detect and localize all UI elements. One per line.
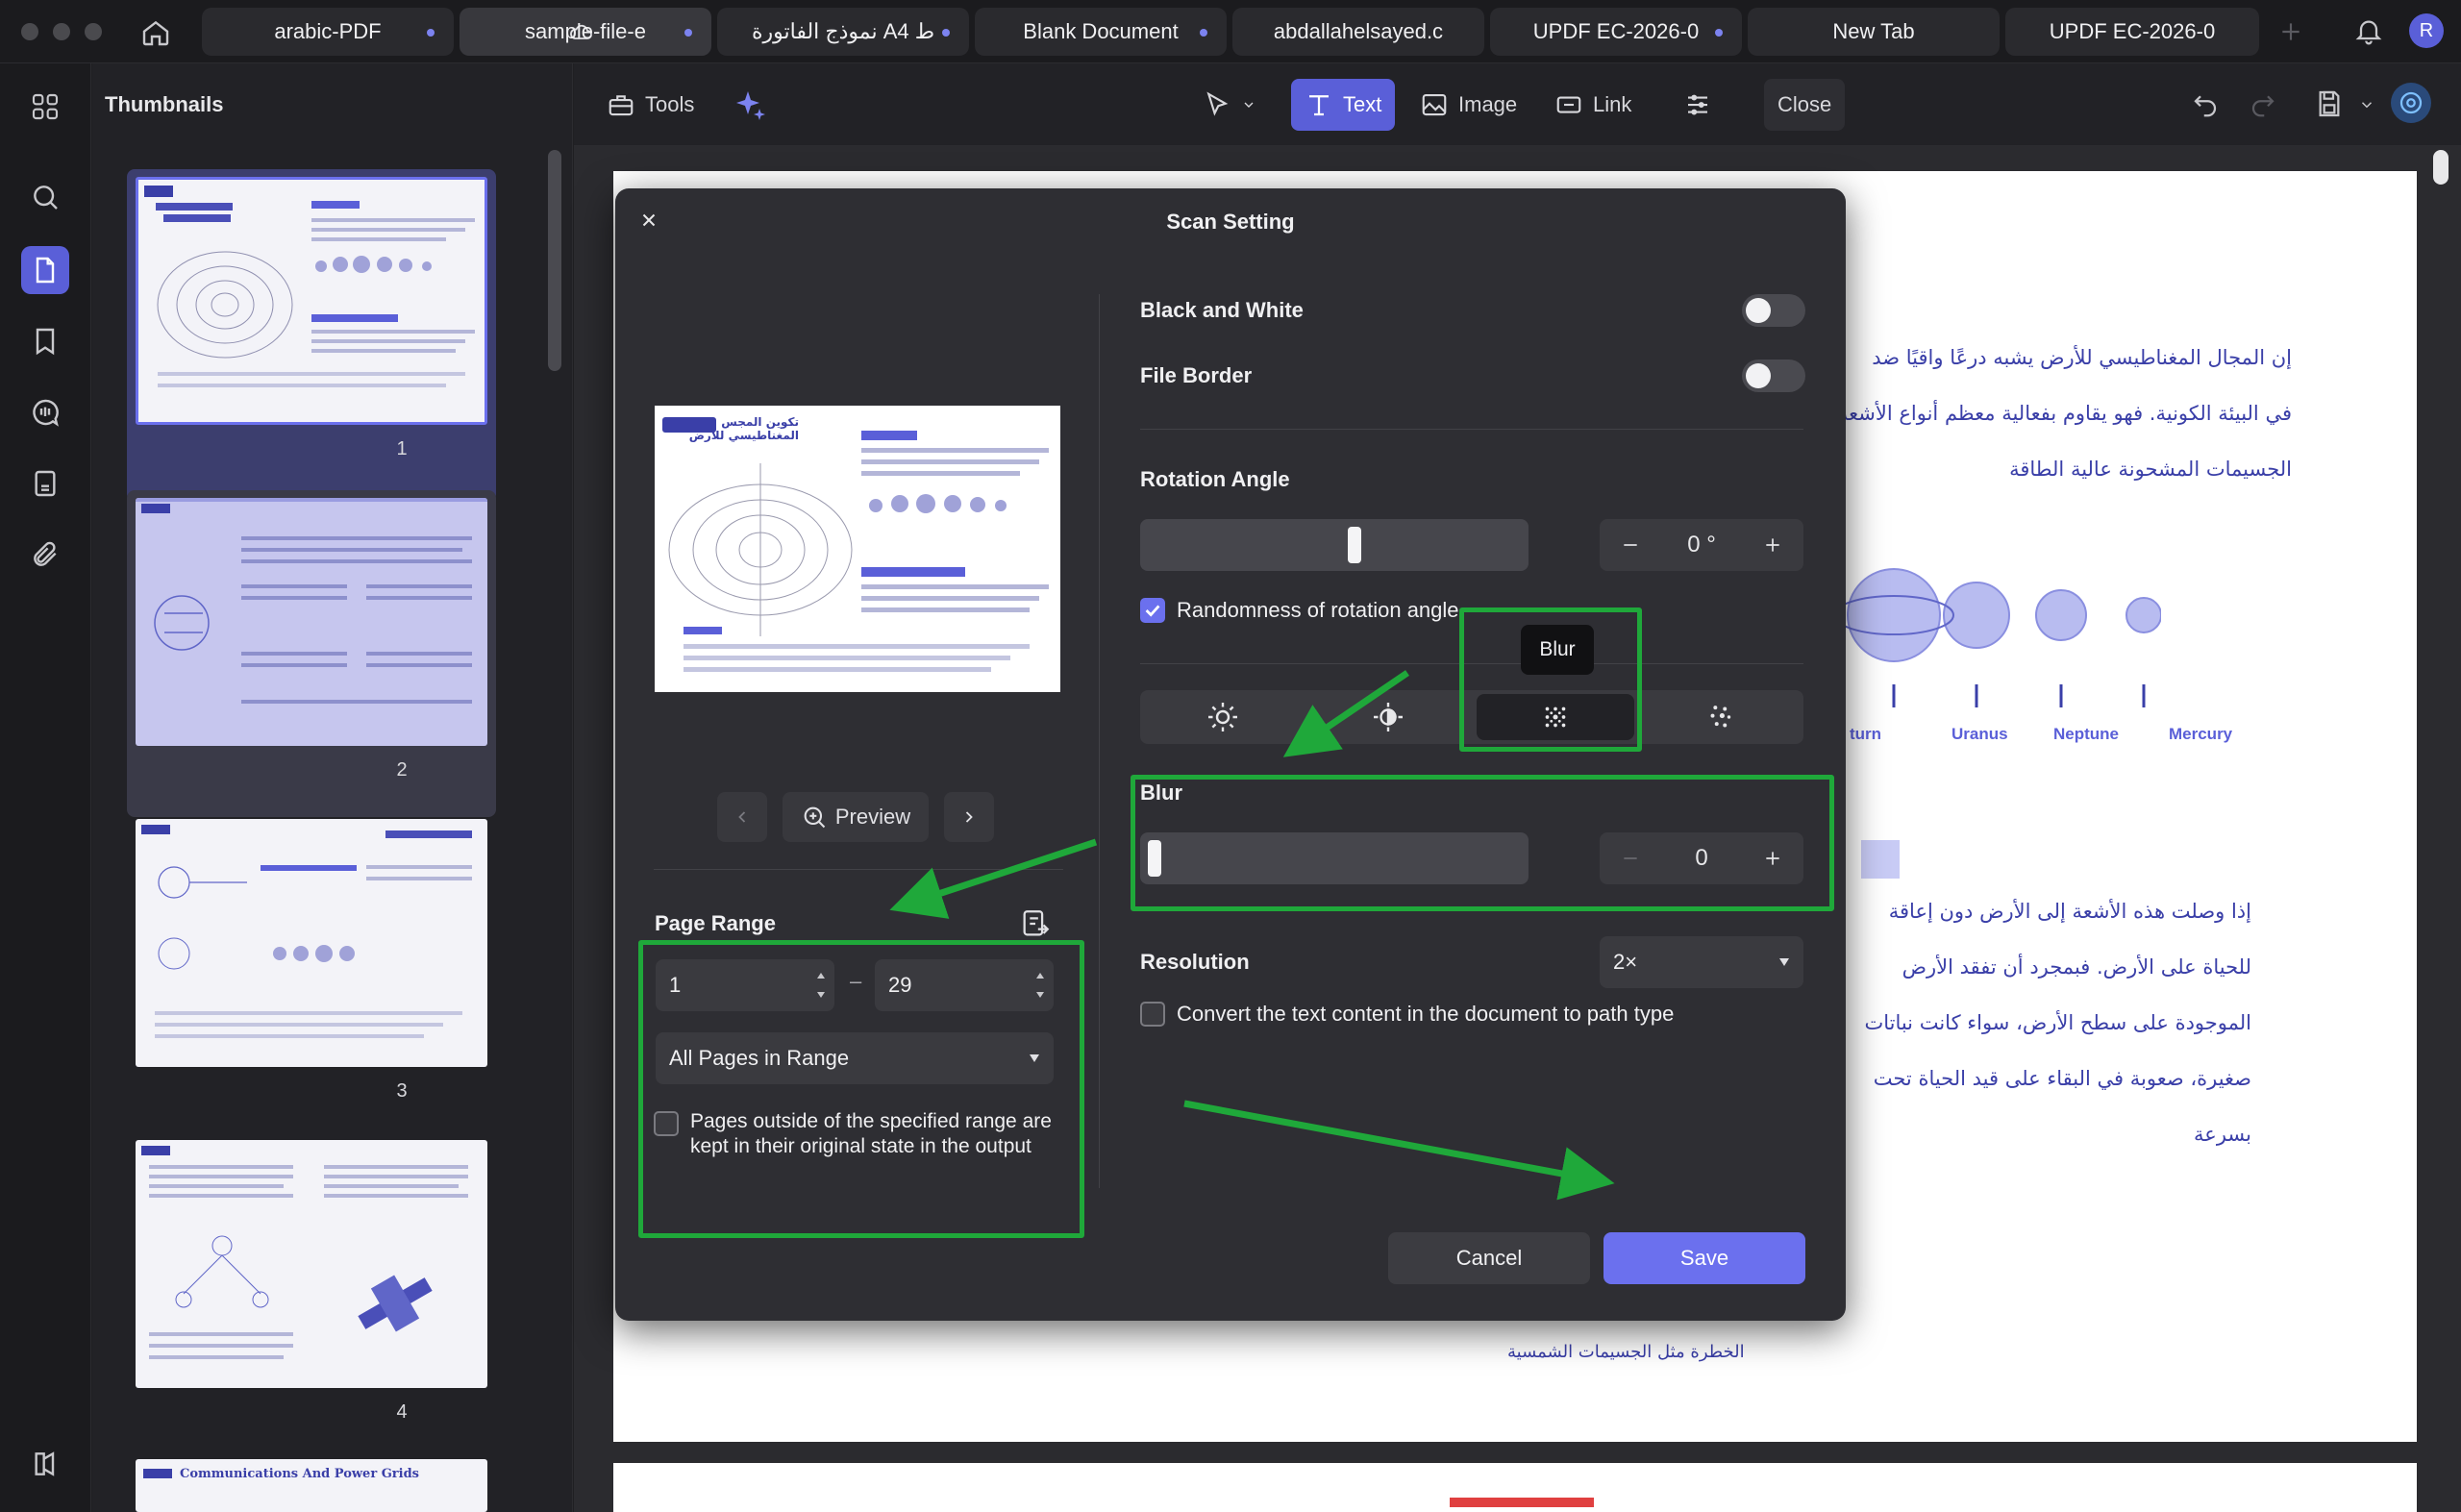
arrow-to-page-range: [889, 838, 1098, 919]
arrow-to-blur-icon: [1282, 670, 1409, 757]
arrow-to-save-button: [1183, 1100, 1615, 1201]
annotation-arrows: [889, 670, 1615, 1201]
